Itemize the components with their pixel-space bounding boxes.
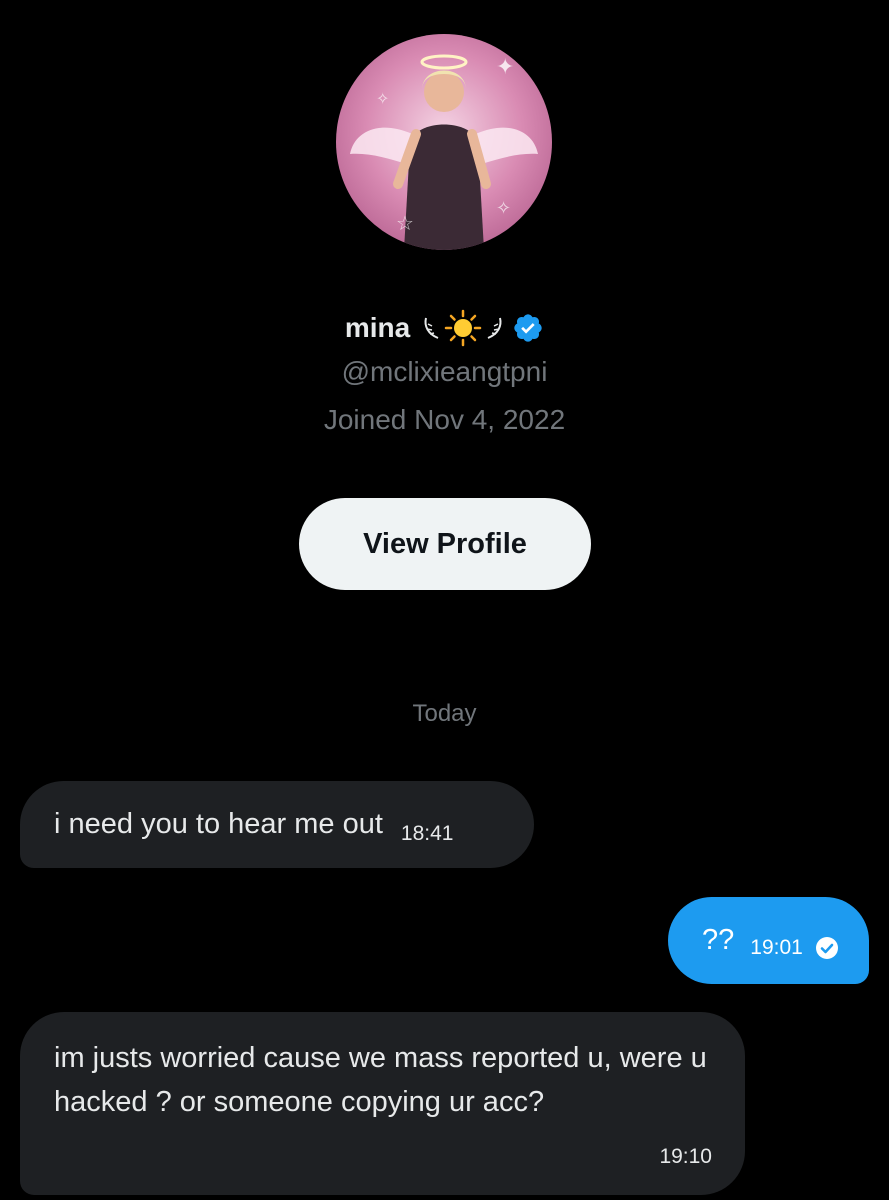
right-wing-icon (487, 317, 502, 339)
sun-icon (444, 309, 482, 347)
display-name: mina (344, 312, 411, 343)
message-time: 19:01 (750, 935, 803, 959)
svg-text:✦: ✦ (496, 55, 514, 80)
profile-handle: @mclixieangtpni (341, 356, 548, 387)
svg-text:✧: ✧ (496, 198, 511, 219)
message-text: ?? (702, 924, 735, 957)
message-bubble-received[interactable]: im justs worried cause we mass reported … (20, 1012, 745, 1195)
avatar-image: ✦ ✧ ☆ ✧ (336, 34, 552, 250)
verified-badge-icon (514, 314, 542, 342)
name-emoji-decoration (420, 309, 506, 347)
message-time: 18:41 (400, 821, 454, 845)
message-bubble-sent[interactable]: ?? 19:01 (668, 897, 869, 984)
left-wing-icon (424, 317, 439, 339)
view-profile-button[interactable]: View Profile (299, 498, 591, 590)
profile-name-row: mina (0, 306, 889, 350)
message-text: im justs worried cause we mass reported … (54, 1042, 707, 1119)
message-time: 19:10 (659, 1145, 712, 1169)
date-separator: Today (412, 700, 477, 727)
svg-text:✧: ✧ (376, 89, 389, 108)
profile-joined-date: Joined Nov 4, 2022 (323, 404, 566, 435)
read-receipt-check-icon (815, 936, 838, 959)
message-bubble-received[interactable]: i need you to hear me out 18:41 (20, 781, 534, 868)
message-text: i need you to hear me out (54, 808, 383, 841)
svg-text:☆: ☆ (396, 211, 414, 235)
profile-avatar[interactable]: ✦ ✧ ☆ ✧ (336, 34, 552, 250)
